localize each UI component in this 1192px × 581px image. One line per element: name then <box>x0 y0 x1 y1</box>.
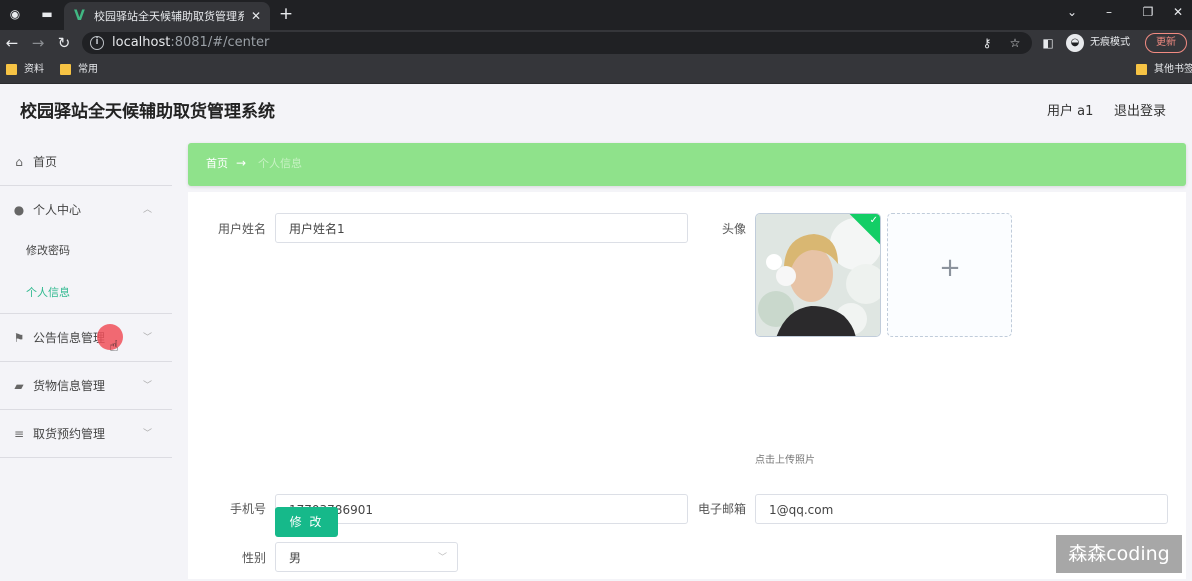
sidebar-subitem-change-password[interactable]: 修改密码 <box>0 230 172 272</box>
incognito-label: 无痕模式 <box>1090 37 1130 48</box>
sidebar-item-home[interactable]: ⌂ 首页 <box>0 138 172 186</box>
check-icon: ✓ <box>869 215 878 226</box>
email-input[interactable]: 1@qq.com <box>755 494 1168 524</box>
flag-icon: ⚑ <box>13 331 25 345</box>
avatar-photo <box>756 214 880 336</box>
browser-address-bar: ← → ↻ i localhost:8081/#/center ⚷ ☆ ◧ ◒ … <box>0 30 1192 56</box>
vue-logo-icon: V <box>74 8 85 24</box>
chevron-down-icon: ﹀ <box>143 429 153 439</box>
list-icon: ≡ <box>13 427 25 441</box>
sidebar: ⌂ 首页 ● 个人中心 ︿ 修改密码 个人信息 ⚑ 公告信息管理 ﹀ ▰ 货物信… <box>0 138 172 581</box>
app-header: 校园驿站全天候辅助取货管理系统 用户 a1 退出登录 <box>0 84 1192 138</box>
incognito-profile[interactable]: ◒ 无痕模式 <box>1066 33 1136 53</box>
folder-icon <box>60 64 71 75</box>
avatar-upload-button[interactable]: + <box>887 213 1012 337</box>
browser-menu-icon[interactable]: ◉ <box>6 5 24 23</box>
chevron-up-icon: ︿ <box>143 205 153 215</box>
phone-label: 手机号 <box>229 502 266 516</box>
bookmark-star-icon[interactable]: ☆ <box>1006 34 1024 52</box>
url-path: :8081/#/center <box>170 35 270 50</box>
gender-value: 男 <box>289 551 302 565</box>
forward-icon[interactable]: → <box>28 33 48 53</box>
tab-title: 校园驿站全天候辅助取货管理系 <box>94 10 244 23</box>
current-user: 用户 a1 <box>1047 104 1094 119</box>
breadcrumb: 首页 → 个人信息 <box>188 143 1186 186</box>
bookmarks-bar: 资料 常用 其他书签 <box>0 56 1192 84</box>
watermark: 森森coding <box>1056 535 1182 573</box>
plus-icon: + <box>939 253 961 283</box>
sidebar-subitem-label: 修改密码 <box>26 244 70 257</box>
upload-tip: 点击上传照片 <box>755 455 815 466</box>
avatar-preview[interactable]: ✓ <box>755 213 881 337</box>
tab-list-chevron-icon[interactable]: ⌄ <box>1060 3 1084 21</box>
new-tab-icon[interactable]: + <box>276 4 296 24</box>
folder-icon <box>1136 64 1147 75</box>
app-root: 校园驿站全天候辅助取货管理系统 用户 a1 退出登录 ⌂ 首页 ● 个人中心 ︿… <box>0 84 1192 581</box>
key-icon[interactable]: ⚷ <box>978 34 996 52</box>
bookmark-label: 资料 <box>24 64 44 75</box>
avatar-label: 头像 <box>721 222 746 236</box>
bookmark-label: 其他书签 <box>1154 64 1192 75</box>
back-icon[interactable]: ← <box>2 33 22 53</box>
username-value: 用户姓名1 <box>289 222 345 236</box>
url-text: localhost:8081/#/center <box>112 35 269 51</box>
gender-select[interactable]: 男 ﹀ <box>275 542 458 572</box>
breadcrumb-current: 个人信息 <box>258 157 302 170</box>
sidebar-item-label: 取货预约管理 <box>33 427 106 441</box>
sidebar-item-goods-management[interactable]: ▰ 货物信息管理 ﹀ <box>0 362 172 410</box>
browser-tab-bar: ◉ ▬ V 校园驿站全天候辅助取货管理系 ✕ + ⌄ – ❐ ✕ <box>0 0 1192 30</box>
email-value: 1@qq.com <box>769 503 834 517</box>
breadcrumb-home-link[interactable]: 首页 <box>206 156 228 172</box>
logout-link[interactable]: 退出登录 <box>1114 103 1166 121</box>
bookmark-folder[interactable]: 常用 <box>60 62 110 78</box>
sidebar-item-label: 公告信息管理 <box>33 331 106 345</box>
sidebar-item-notice-management[interactable]: ⚑ 公告信息管理 ﹀ <box>0 314 172 362</box>
sidebar-subitem-label: 个人信息 <box>26 286 70 299</box>
breadcrumb-arrow-icon: → <box>236 156 247 170</box>
home-icon: ⌂ <box>15 155 23 169</box>
restore-icon[interactable]: ❐ <box>1136 3 1160 21</box>
sidebar-item-label: 个人中心 <box>33 203 82 217</box>
sidebar-item-pickup-management[interactable]: ≡ 取货预约管理 ﹀ <box>0 410 172 458</box>
email-label: 电子邮箱 <box>697 502 746 516</box>
url-field[interactable]: i localhost:8081/#/center ⚷ ☆ <box>82 32 1032 54</box>
other-bookmarks-folder[interactable]: 其他书签 <box>1136 62 1192 78</box>
bookmark-folder[interactable]: 资料 <box>6 62 56 78</box>
minimize-icon[interactable]: – <box>1097 3 1121 21</box>
gender-label: 性别 <box>241 551 266 565</box>
close-window-icon[interactable]: ✕ <box>1166 3 1190 21</box>
sidebar-subitem-personal-info[interactable]: 个人信息 <box>0 272 172 314</box>
sidebar-item-label: 货物信息管理 <box>33 379 106 393</box>
app-title: 校园驿站全天候辅助取货管理系统 <box>20 102 275 122</box>
incognito-icon: ◒ <box>1066 34 1084 52</box>
site-info-icon[interactable]: i <box>90 36 104 50</box>
chevron-down-icon: ﹀ <box>437 553 447 563</box>
chevron-down-icon: ﹀ <box>143 381 153 391</box>
close-tab-icon[interactable]: ✕ <box>248 8 264 24</box>
update-button[interactable]: 更新 <box>1145 33 1187 53</box>
user-icon: ● <box>13 203 25 217</box>
pointer-hand-icon: ☝ <box>109 337 119 355</box>
chevron-down-icon: ﹀ <box>143 333 153 343</box>
ticket-icon: ▰ <box>14 379 24 393</box>
sidebar-item-label: 首页 <box>33 155 58 169</box>
bookmark-label: 常用 <box>78 64 98 75</box>
folder-icon <box>6 64 17 75</box>
username-label: 用户姓名 <box>217 222 266 236</box>
username-input[interactable]: 用户姓名1 <box>275 213 688 243</box>
save-button[interactable]: 修 改 <box>275 507 338 537</box>
side-panel-icon[interactable]: ◧ <box>1039 34 1057 52</box>
browser-tab[interactable]: V 校园驿站全天候辅助取货管理系 ✕ <box>64 2 270 30</box>
sidebar-item-personal-center[interactable]: ● 个人中心 ︿ <box>0 186 172 234</box>
url-host: localhost <box>112 35 171 50</box>
tab-search-icon[interactable]: ▬ <box>38 5 56 23</box>
reload-icon[interactable]: ↻ <box>54 33 74 53</box>
